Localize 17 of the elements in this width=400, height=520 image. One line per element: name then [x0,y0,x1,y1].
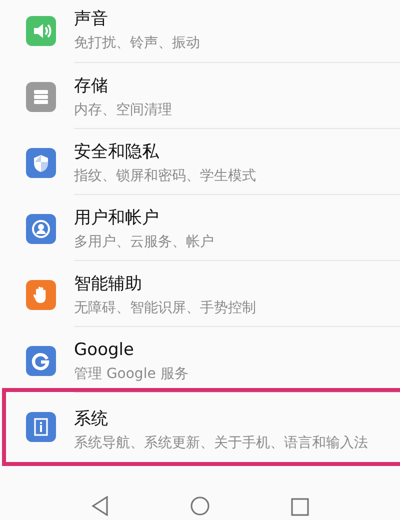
setting-title: 用户和帐户 [74,206,160,228]
setting-title: 系统 [74,408,109,430]
setting-subtitle: 内存、空间清理 [74,100,173,120]
setting-title: 安全和隐私 [74,140,160,162]
recents-icon[interactable] [291,498,310,516]
back-icon[interactable] [90,496,109,516]
setting-title: Google [74,338,135,360]
setting-subtitle: 多用户、云服务、帐户 [74,232,215,252]
setting-title: 智能辅助 [74,272,143,294]
setting-subtitle: 免打扰、铃声、振动 [74,34,201,53]
setting-subtitle: 系统导航、系统更新、关于手机、语言和输入法 [74,434,369,452]
setting-title: 声音 [74,8,109,30]
setting-title: 存储 [74,74,109,96]
setting-subtitle: 无障碍、智能识屏、手势控制 [74,298,257,318]
setting-subtitle: 指纹、锁屏和密码、学生模式 [74,166,257,186]
setting-subtitle: 管理 Google 服务 [74,364,190,384]
home-icon[interactable] [190,496,210,516]
